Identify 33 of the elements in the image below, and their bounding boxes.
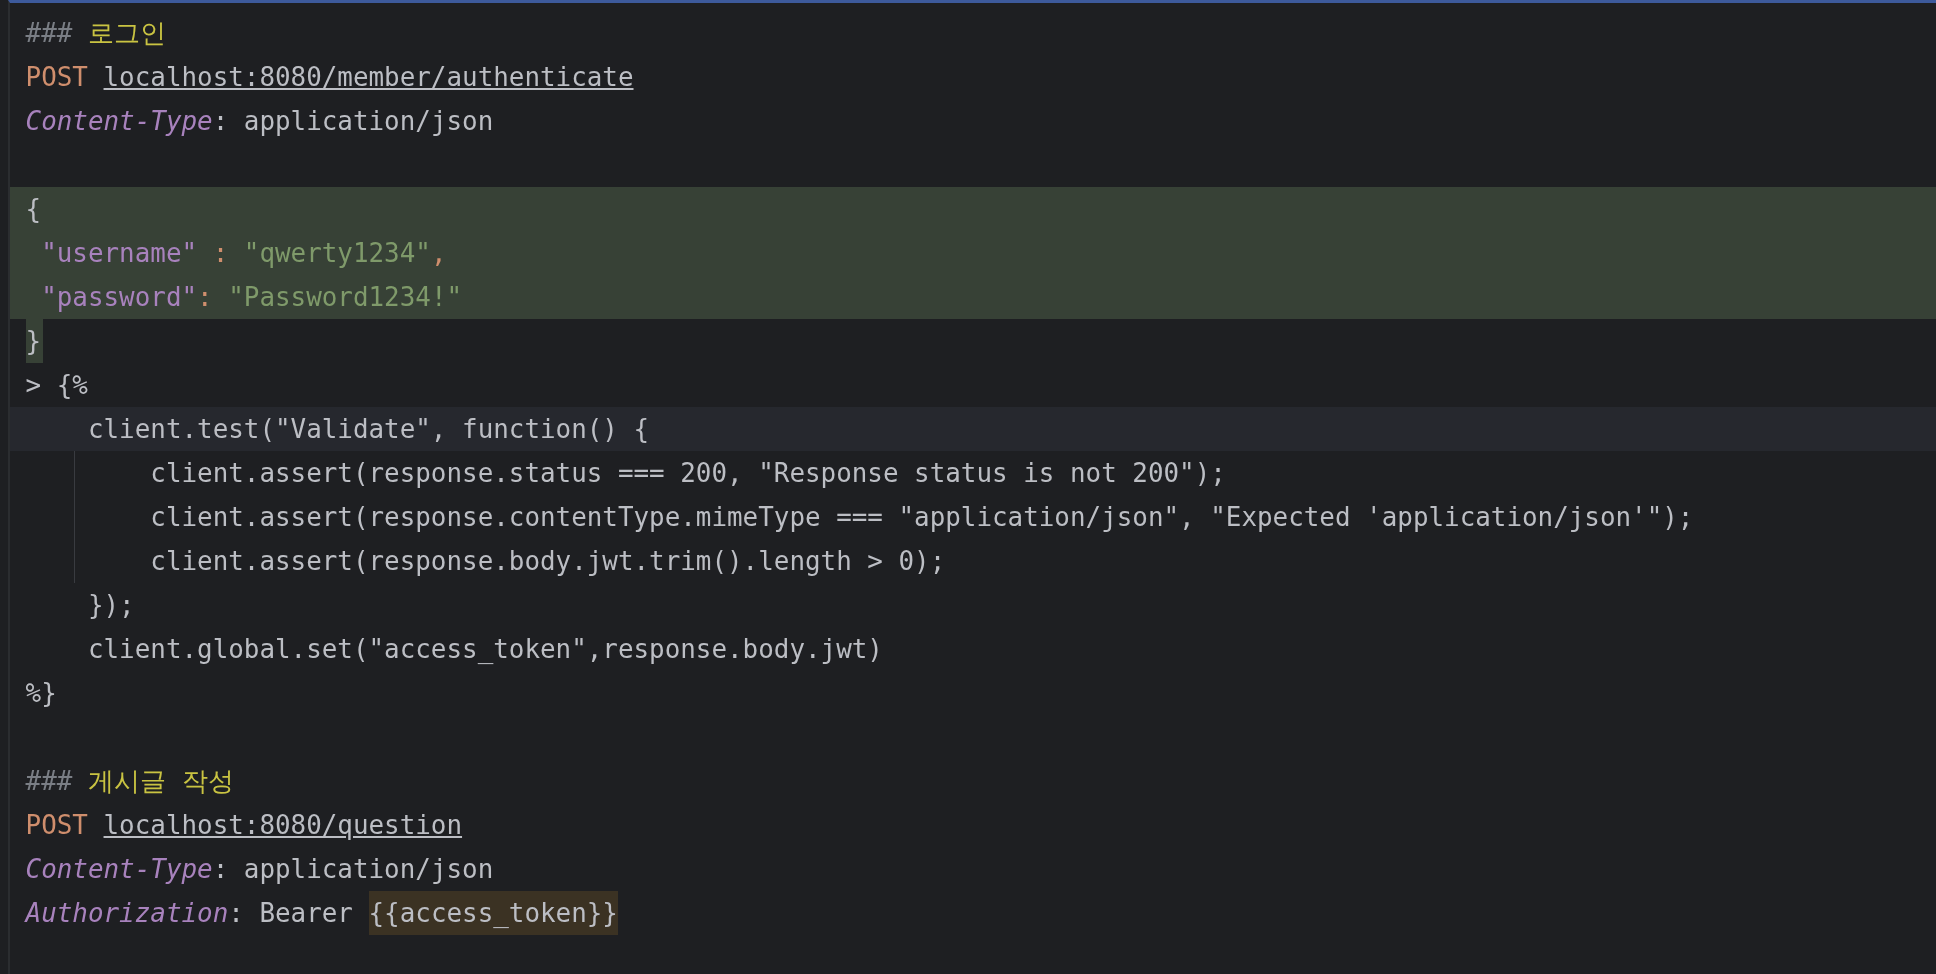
code-editor[interactable] — [8, 0, 1936, 974]
heading-text: 게시글 작성 — [87, 766, 234, 796]
http-method: POST — [25, 810, 89, 840]
json-string: "qwerty1234" — [243, 238, 431, 268]
json-punctuation: : — [197, 282, 214, 312]
code-text: client.global.set("access_token",response.body.jwt) — [86, 634, 883, 664]
http-method: POST — [25, 62, 89, 92]
code-text: : application/json — [212, 854, 494, 884]
code-text: : application/json — [212, 106, 494, 136]
json-brace: } — [25, 319, 44, 363]
template-variable: {{access_token}} — [368, 891, 618, 935]
code-text: client.assert(response.contentType.mimeType === "application/json", "Expected 'application/json'"); — [149, 502, 1694, 532]
comment-marker: ### — [25, 18, 74, 48]
json-key: "username" — [25, 238, 198, 268]
header-name: Content-Type — [25, 106, 213, 136]
heading-text: 로그인 — [87, 18, 166, 48]
code-text: > {% — [25, 370, 88, 400]
request-url[interactable]: localhost:8080/member/authenticate — [103, 62, 634, 92]
code-text: }); — [86, 590, 135, 620]
code-text: client.assert(response.status === 200, "Response status is not 200"); — [149, 458, 1226, 488]
code-text: : Bearer — [228, 898, 354, 928]
code-text: client.assert(response.body.jwt.trim().length > 0); — [149, 546, 946, 576]
json-punctuation: , — [430, 238, 447, 268]
header-name: Authorization — [25, 898, 229, 928]
request-url[interactable]: localhost:8080/question — [103, 810, 463, 840]
json-key: "password" — [25, 282, 198, 312]
code-text: client.test("Validate", function() { — [86, 414, 650, 444]
code-text: %} — [25, 678, 57, 708]
json-string: "Password1234!" — [228, 282, 463, 312]
comment-marker: ### — [25, 766, 74, 796]
code-text: { — [25, 194, 42, 224]
json-punctuation: : — [211, 238, 230, 268]
header-name: Content-Type — [25, 854, 213, 884]
